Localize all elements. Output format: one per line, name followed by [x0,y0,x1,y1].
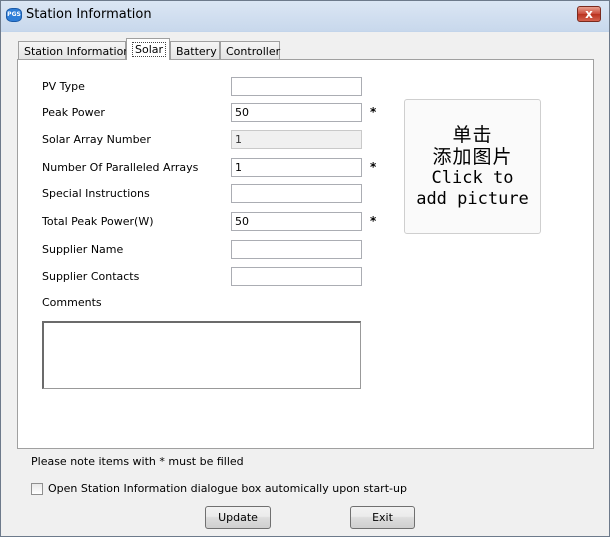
pv-type-input[interactable] [231,77,362,96]
required-marker: * [370,105,377,119]
startup-checkbox[interactable] [31,482,43,495]
comments-textarea[interactable] [42,321,361,389]
tab-battery[interactable]: Battery [170,41,220,59]
special-instructions-label: Special Instructions [42,187,150,200]
comments-label: Comments [42,296,102,309]
dialog-client-area: Station Information Solar Battery Contro… [2,32,608,535]
exit-button[interactable]: Exit [350,506,415,529]
update-button[interactable]: Update [205,506,271,529]
special-instructions-input[interactable] [231,184,362,203]
startup-checkbox-row[interactable]: Open Station Information dialogue box au… [31,482,407,495]
tab-label: Controller [226,45,281,58]
tab-label: Battery [176,45,217,58]
close-button[interactable]: x [577,6,601,22]
tab-controller[interactable]: Controller [220,41,280,59]
supplier-name-input[interactable] [231,240,362,259]
picture-hint-cn-line1: 单击 [452,123,493,146]
tab-label: Station Information [24,45,131,58]
picture-hint-cn-line2: 添加图片 [432,145,513,168]
picture-hint-en-line2: add picture [416,188,529,209]
total-peak-power-input[interactable]: 50 [231,212,362,231]
required-fields-note: Please note items with * must be filled [31,455,244,468]
supplier-contacts-label: Supplier Contacts [42,270,140,283]
supplier-contacts-input[interactable] [231,267,362,286]
app-icon: PGS [6,8,22,22]
required-marker: * [370,214,377,228]
station-information-window: PGS Station Information x Station Inform… [0,0,610,537]
tab-solar[interactable]: Solar [126,38,170,60]
paralleled-arrays-label: Number Of Paralleled Arrays [42,161,199,174]
window-title: Station Information [26,7,152,22]
paralleled-arrays-input[interactable]: 1 [231,158,362,177]
tab-label: Solar [132,42,167,57]
peak-power-label: Peak Power [42,106,105,119]
picture-hint-en-line1: Click to [431,167,514,188]
close-icon: x [585,7,593,21]
add-picture-button[interactable]: 单击 添加图片 Click to add picture [404,99,541,234]
solar-tab-panel: PV Type Peak Power 50 * Solar Array Numb… [17,59,594,449]
pv-type-label: PV Type [42,80,85,93]
solar-array-number-label: Solar Array Number [42,133,151,146]
peak-power-input[interactable]: 50 [231,103,362,122]
tab-station-information[interactable]: Station Information [18,41,130,59]
required-marker: * [370,160,377,174]
startup-checkbox-label: Open Station Information dialogue box au… [48,482,407,495]
total-peak-power-label: Total Peak Power(W) [42,215,154,228]
solar-array-number-input: 1 [231,130,362,149]
supplier-name-label: Supplier Name [42,243,124,256]
title-bar[interactable]: PGS Station Information x [1,1,609,29]
